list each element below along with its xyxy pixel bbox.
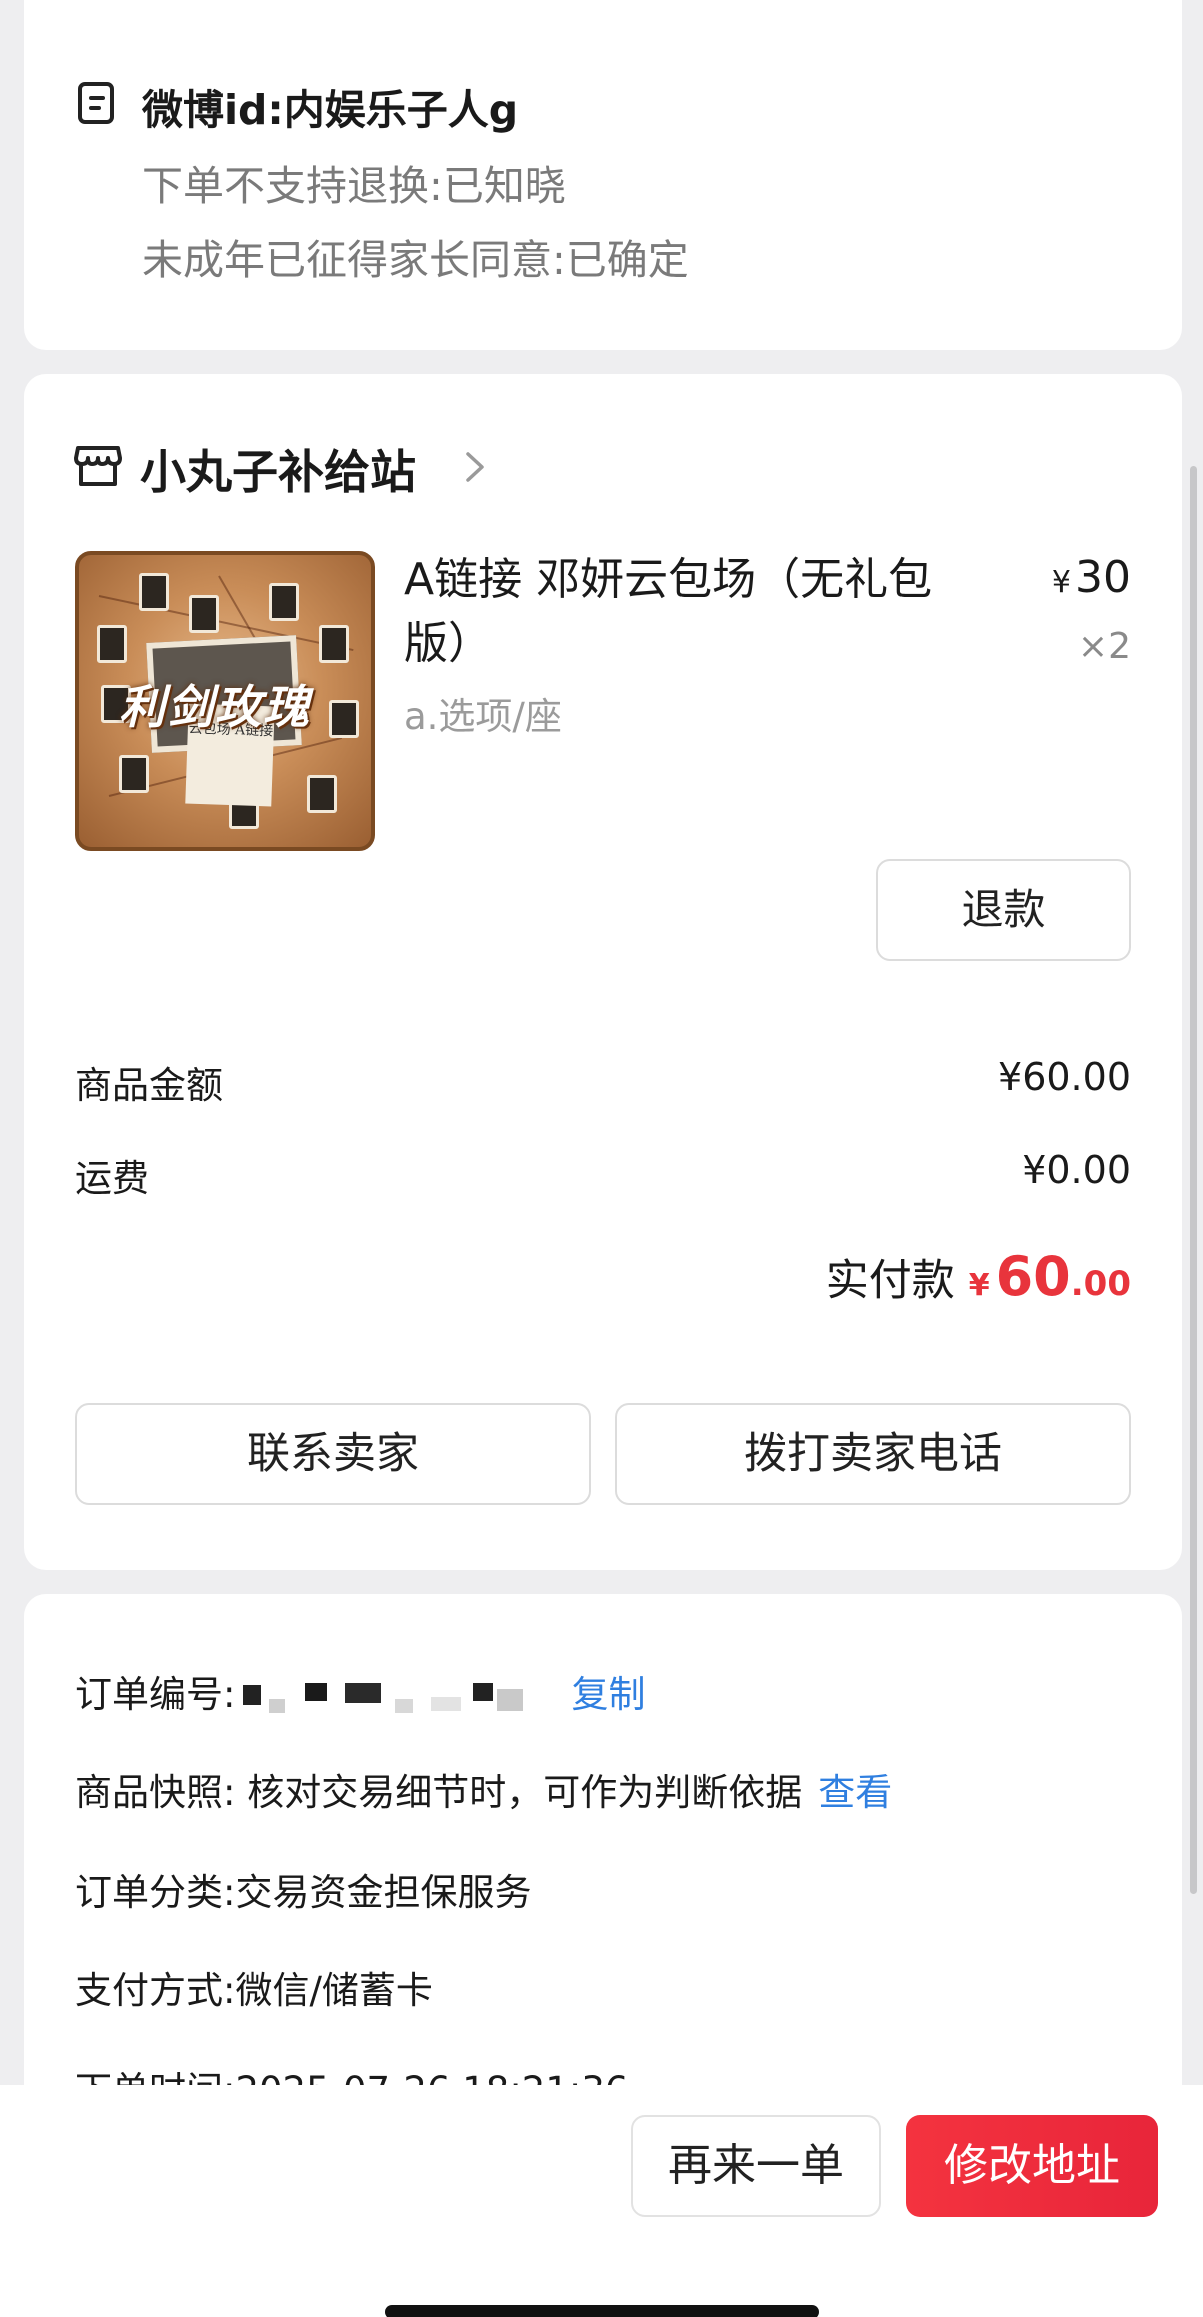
price-currency: ¥ (1051, 565, 1071, 600)
note-icon (78, 82, 114, 124)
product-spec: a.选项/座 (404, 695, 562, 738)
product-price: ¥30 (1052, 552, 1131, 603)
price-value: 30 (1075, 552, 1131, 603)
copy-order-number-link[interactable]: 复制 (571, 1673, 645, 1716)
order-number-row: 订单编号: 复制 (75, 1664, 645, 1718)
order-number-label: 订单编号: (75, 1673, 236, 1716)
remark-line-guardian-consent: 未成年已征得家长同意:已确定 (142, 236, 689, 284)
home-indicator (385, 2305, 819, 2317)
chevron-right-icon[interactable] (462, 448, 488, 486)
contact-seller-button[interactable]: 联系卖家 (75, 1403, 591, 1505)
paid-currency: ¥ (968, 1268, 990, 1303)
snapshot-row: 商品快照: 核对交易细节时，可作为判断依据 查看 (75, 1762, 892, 1816)
paid-amount: 实付款 ¥ 60 .00 (826, 1245, 1131, 1308)
view-snapshot-link[interactable]: 查看 (818, 1771, 892, 1814)
payment-method: 支付方式:微信/储蓄卡 (75, 1969, 433, 2012)
order-detail-page: 微博id:内娱乐子人g 下单不支持退换:已知晓 未成年已征得家长同意:已确定 小… (0, 0, 1203, 2317)
goods-amount-value: ¥60.00 (998, 1055, 1131, 1099)
store-icon (74, 446, 122, 486)
remark-line-return-policy: 下单不支持退换:已知晓 (142, 162, 566, 210)
modify-address-button[interactable]: 修改地址 (906, 2115, 1158, 2217)
paid-label: 实付款 (825, 1256, 955, 1306)
product-thumbnail[interactable]: 云包场 A链接 利剑玫瑰 (75, 551, 375, 851)
store-name[interactable]: 小丸子补给站 (140, 436, 416, 502)
reorder-button[interactable]: 再来一单 (631, 2115, 881, 2217)
shipping-value: ¥0.00 (1022, 1148, 1131, 1192)
snapshot-text: 商品快照: 核对交易细节时，可作为判断依据 (75, 1771, 803, 1814)
call-seller-button[interactable]: 拨打卖家电话 (615, 1403, 1131, 1505)
scrollbar[interactable] (1190, 466, 1197, 1894)
refund-button[interactable]: 退款 (876, 859, 1131, 961)
goods-amount-label: 商品金额 (75, 1064, 223, 1107)
paid-integer: 60 (995, 1245, 1071, 1308)
remark-title: 微博id:内娱乐子人g (142, 86, 519, 134)
shipping-label: 运费 (75, 1157, 149, 1200)
order-category: 订单分类:交易资金担保服务 (75, 1871, 532, 1914)
order-number-redacted (235, 1677, 555, 1717)
paid-decimal: .00 (1070, 1264, 1131, 1304)
product-quantity: ×2 (1077, 626, 1131, 667)
product-title[interactable]: A链接 邓妍云包场（无礼包版） (404, 548, 964, 676)
